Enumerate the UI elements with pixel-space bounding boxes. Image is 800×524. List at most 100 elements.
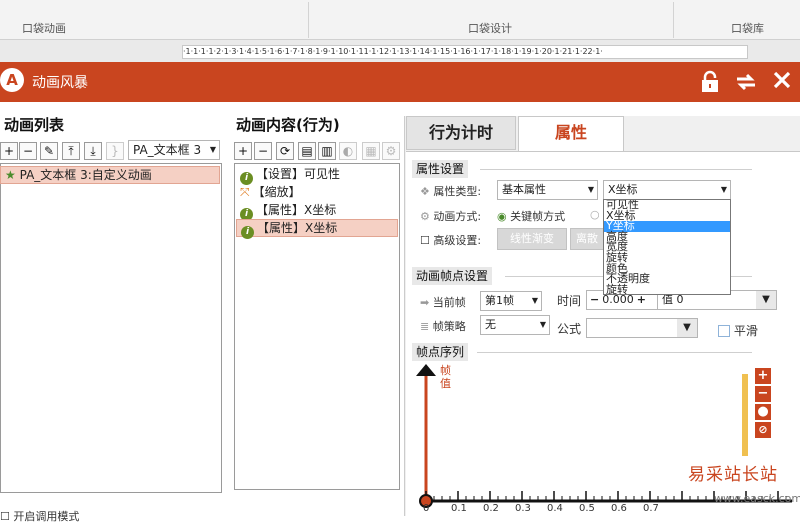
advanced-settings-label[interactable]: ☐ 高级设置: [420,232,481,248]
footer-partial-text: 开启调用模式 [13,510,80,523]
formula-input[interactable]: ▼ [586,318,698,338]
property-dropdown-list[interactable]: 可见性 X坐标 Y坐标 高度 宽度 旋转 颜色 不透明度 旋转 [603,199,731,295]
clear-icon[interactable]: ⊘ [755,422,771,438]
info-icon: i [241,226,254,239]
tab-timing[interactable]: 行为计时 [406,116,516,150]
app-title: 动画风暴 [32,75,88,91]
remove-frame-icon[interactable]: − [755,386,771,402]
content-item-label: 【缩放】 [252,185,301,199]
frame-strategy-value: 无 [485,318,496,331]
footer-checkbox-label[interactable]: ☐ 开启调用模式 [0,508,79,524]
add-frame-icon[interactable]: + [755,368,771,384]
ruler[interactable]: ·1·1·1·1·2·1·3·1·4·1·5·1·6·1·7·1·8·1·9·1… [182,45,748,59]
scale-icon: ⤧ [240,185,250,199]
content-item-label: 【属性】X坐标 [256,203,337,217]
property-type-select[interactable]: 基本属性 ▼ [497,180,598,200]
move-bottom-icon[interactable]: ⤓ [84,142,102,160]
current-frame-select[interactable]: 第1帧 ▼ [480,291,542,311]
contrast-icon[interactable]: ◐ [339,142,357,160]
minus-icon[interactable]: − [587,293,602,306]
x-axis-tick-label: 0.1 [451,503,467,514]
animation-method-label: ⚙ 动画方式: [420,208,481,224]
dropdown-option[interactable]: 旋转 [604,284,730,294]
chevron-down-icon: ▼ [587,185,594,194]
ribbon-separator [673,2,674,38]
brush-icon[interactable]: ✎ [40,142,58,160]
chevron-down-icon: ▼ [209,145,216,154]
bracket-icon[interactable]: } [106,142,124,160]
chevron-down-icon: ▼ [720,185,727,194]
frame-strategy-label-text: 帧策略 [432,320,466,333]
move-top-icon[interactable]: ⤒ [62,142,80,160]
minus-icon[interactable]: − [19,142,37,160]
property-value: X坐标 [608,183,638,196]
smooth-label: 平滑 [733,324,758,338]
x-axis-tick-label: 0.5 [579,503,595,514]
property-settings-heading: 属性设置 [412,160,469,178]
current-frame-label-text: 当前帧 [432,296,466,309]
animation-list-item[interactable]: ★ PA_文本框 3:自定义动画 [0,166,220,184]
x-axis-tick-label: 0.2 [483,503,499,514]
keyframe-radio-label: 关键帧方式 [510,210,566,223]
refresh-small-icon[interactable]: ⟳ [276,142,294,160]
current-frame-value: 第1帧 [485,294,514,307]
frame-strategy-select[interactable]: 无 ▼ [480,315,550,335]
plus-icon[interactable]: + [234,142,252,160]
other-method-radio[interactable]: ○ [590,208,600,221]
grid-icon[interactable]: ▦ [362,142,380,160]
property-select[interactable]: X坐标 ▼ [603,180,731,200]
chevron-down-icon: ▼ [539,320,546,329]
content-item-scale[interactable]: ⤧ 【缩放】 [236,184,398,202]
radio-selected-icon: ◉ [497,210,507,223]
smooth-checkbox[interactable]: 平滑 [718,322,758,339]
star-icon: ★ [5,168,16,182]
content-item-label: 【属性】X坐标 [257,221,338,235]
gear-icon: ⚙ [420,210,430,223]
chevron-down-icon[interactable]: ▼ [756,291,776,309]
title-bar [0,62,800,102]
advanced-settings-label-text: 高级设置: [433,234,482,247]
document-icon[interactable]: ▤ [298,142,316,160]
value-scrollbar[interactable] [742,374,748,456]
settings-icon[interactable]: ⚙ [382,142,400,160]
target-select[interactable]: PA_文本框 3 ▼ [128,140,220,160]
content-item-x[interactable]: i 【属性】X坐标 [236,202,398,221]
page-icon[interactable]: ▥ [318,142,336,160]
animation-list-item-label: PA_文本框 3:自定义动画 [19,168,152,182]
minus-icon[interactable]: − [254,142,272,160]
close-icon[interactable] [769,70,795,96]
ribbon-separator [308,2,309,38]
formula-label: 公式 [557,322,582,336]
refresh-icon[interactable] [733,70,759,96]
ribbon: 口袋动画 口袋设计 口袋库 [0,0,800,40]
arrow-right-icon: ➡ [420,296,430,309]
keyframe-radio[interactable]: ◉ 关键帧方式 [497,208,565,224]
linear-gradient-button[interactable]: 线性渐变 [497,228,567,250]
animation-list [0,163,222,493]
content-item-visibility[interactable]: i 【设置】可见性 [236,166,398,185]
x-axis-tick-label: 0 [423,503,430,514]
frame-strategy-label: ≣ 帧策略 [420,318,466,334]
chevron-down-icon[interactable]: ▼ [677,319,697,337]
frame-sequence-heading: 帧点序列 [412,343,469,361]
discrete-button[interactable]: 离散 [570,228,604,250]
checkbox-icon [718,325,730,337]
record-icon[interactable]: ● [755,404,771,420]
x-axis-tick-label: 0.3 [515,503,531,514]
y-axis-label: 帧值 [440,364,451,390]
chevron-down-icon: ▼ [531,296,538,305]
y-axis-arrow-icon [416,364,436,376]
app-logo: A [0,68,24,92]
tab-properties[interactable]: 属性 [518,116,624,152]
animation-method-label-text: 动画方式: [433,210,482,223]
plus-icon[interactable]: + [0,142,18,160]
content-item-label: 【设置】可见性 [256,167,341,181]
diamond-icon: ❖ [420,185,430,198]
animation-list-title: 动画列表 [4,116,65,134]
content-item-x-selected[interactable]: i 【属性】X坐标 [236,219,398,239]
watermark-site: 易采站长站 [688,465,778,485]
lock-icon[interactable] [697,70,723,96]
ribbon-group-pocket-design: 口袋设计 [468,22,512,35]
animation-content-title: 动画内容(行为) [236,116,340,134]
property-type-label: ❖ 属性类型: [420,183,481,199]
